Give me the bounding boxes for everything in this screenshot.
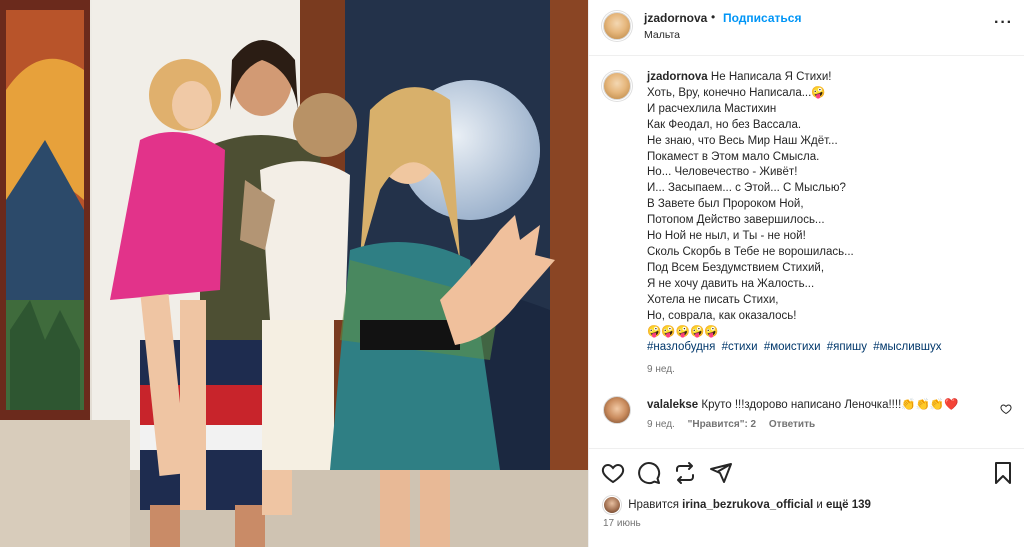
follow-button[interactable]: Подписаться [723, 11, 801, 25]
caption-line: Не Написала Я Стихи! [710, 71, 832, 83]
author-username[interactable]: jzadornova [644, 11, 707, 25]
caption-emoji-line: 🤪🤪🤪🤪🤪 [647, 325, 719, 338]
post-location[interactable]: Мальта [644, 29, 680, 41]
family-photo-illustration [0, 0, 588, 547]
separator-dot: • [711, 10, 716, 24]
comment-meta: 9 нед. "Нравится": 2 Ответить [647, 419, 815, 430]
comment-timestamp[interactable]: 9 нед. [647, 419, 675, 430]
repost-icon[interactable] [673, 461, 697, 485]
share-icon[interactable] [709, 461, 733, 485]
hashtags: #назлобудня #стихи #моистихи #япишу #мыс… [647, 341, 945, 353]
liker-username[interactable]: irina_bezrukova_official [682, 499, 813, 511]
hashtag-link[interactable]: #япишу [827, 341, 867, 353]
hashtag-link[interactable]: #моистихи [764, 341, 821, 353]
caption-username[interactable]: jzadornova [647, 71, 708, 83]
likes-mid: и [816, 499, 823, 512]
caption-line: И... Засыпаем... с Этой... С Мыслью? [647, 182, 846, 195]
more-horizontal-icon[interactable]: ··· [994, 14, 1013, 32]
caption-line: В Завете был Пророком Ной, [647, 198, 804, 211]
hashtag-link[interactable]: #назлобудня [647, 341, 715, 353]
commenter-avatar[interactable] [603, 396, 631, 424]
bookmark-icon[interactable] [991, 461, 1015, 485]
comment-icon[interactable] [637, 461, 661, 485]
likes-summary[interactable]: Нравится irina_bezrukova_official и ещё … [603, 496, 871, 514]
caption-line: Но, соврала, как оказалось! [647, 309, 797, 322]
comment-text: Круто !!!здорово написано Леночка!!!!👏👏👏… [701, 399, 959, 411]
post-photo[interactable] [0, 0, 588, 547]
hashtag-link[interactable]: #мыслившух [873, 341, 941, 353]
commenter-username[interactable]: valalekse [647, 399, 698, 411]
caption-line: Хоть, Вру, конечно Написала...🤪 [647, 86, 826, 99]
caption-line: Как Феодал, но без Вассала. [647, 118, 802, 131]
post-header: jzadornova • Подписаться Мальта ··· [589, 0, 1024, 56]
heart-icon[interactable] [601, 461, 625, 485]
caption-line: Хотела не писать Стихи, [647, 293, 779, 306]
reply-button[interactable]: Ответить [769, 419, 815, 430]
comment: valalekse Круто !!!здорово написано Лено… [647, 397, 959, 411]
post-date[interactable]: 17 июнь [603, 518, 641, 529]
likes-prefix: Нравится [628, 499, 679, 512]
comment-heart-icon[interactable] [1000, 403, 1012, 415]
caption-line: Не знаю, что Весь Мир Наш Ждёт... [647, 134, 838, 147]
caption-line: Я не хочу давить на Жалость... [647, 277, 815, 290]
caption-line: Сколь Скорбь в Тебе не ворошилась... [647, 245, 854, 258]
likes-others[interactable]: ещё 139 [826, 499, 871, 511]
caption-line: Покамест в Этом мало Смысла. [647, 150, 820, 163]
post-panel: jzadornova • Подписаться Мальта ··· jzad… [588, 0, 1024, 547]
liker-avatar [603, 496, 621, 514]
hashtag-link[interactable]: #стихи [722, 341, 758, 353]
author-avatar[interactable] [603, 12, 631, 40]
caption-line: Но Ной не ныл, и Ты - не ной! [647, 230, 806, 243]
caption-line: Под Всем Бездумствием Стихий, [647, 261, 825, 274]
post-caption: jzadornova Не Написала Я Стихи! Хоть, Вр… [647, 70, 1007, 340]
caption-line: Потопом Действо завершилось... [647, 214, 825, 227]
comment-likes-count[interactable]: "Нравится": 2 [688, 419, 757, 430]
caption-timestamp[interactable]: 9 нед. [647, 364, 675, 375]
caption-line: И расчехлила Мастихин [647, 102, 777, 115]
caption-line: Но... Человечество - Живёт! [647, 166, 798, 179]
action-bar [589, 448, 1024, 496]
caption-author-avatar[interactable] [603, 72, 631, 100]
